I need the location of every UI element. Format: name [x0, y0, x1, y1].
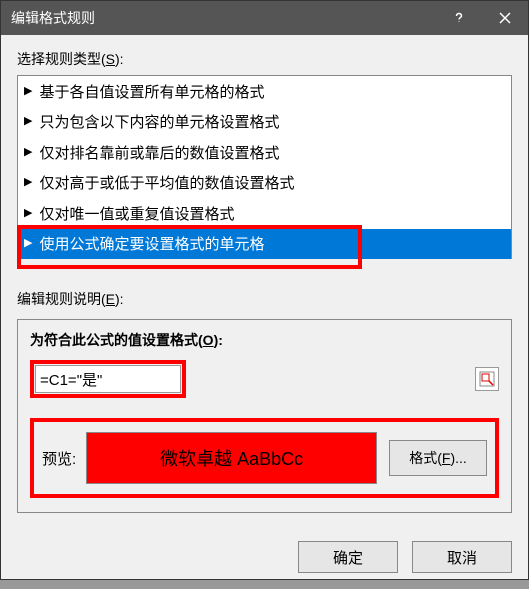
rule-type-text: 仅对高于或低于平均值的数值设置格式	[39, 172, 294, 193]
range-selector-button[interactable]	[475, 367, 499, 391]
edit-rule-desc-label: 编辑规则说明(E):	[17, 289, 512, 309]
arrow-icon: ▶	[24, 208, 32, 219]
dialog-title: 编辑格式规则	[1, 8, 436, 28]
arrow-icon: ▶	[24, 238, 32, 249]
formula-label: 为符合此公式的值设置格式(O):	[30, 330, 499, 350]
dialog-content: 选择规则类型(S): ▶ 基于各自值设置所有单元格的格式 ▶ 只为包含以下内容的…	[1, 35, 528, 529]
rule-type-text: 仅对排名靠前或靠后的数值设置格式	[39, 142, 279, 163]
rule-type-text: 使用公式确定要设置格式的单元格	[39, 233, 264, 254]
rule-description-panel: 为符合此公式的值设置格式(O): 预览: 微软卓越 AaBbCc 格式(F).	[17, 319, 512, 513]
preview-label: 预览:	[42, 448, 76, 469]
highlight-annotation	[30, 360, 186, 398]
dialog-footer: 确定 取消	[1, 529, 528, 589]
arrow-icon: ▶	[24, 116, 32, 127]
rule-type-item[interactable]: ▶ 仅对排名靠前或靠后的数值设置格式	[18, 137, 511, 168]
rule-type-text: 仅对唯一值或重复值设置格式	[39, 203, 234, 224]
preview-row: 预览: 微软卓越 AaBbCc 格式(F)...	[30, 418, 499, 498]
edit-format-rule-dialog: 编辑格式规则 选择规则类型(S): ▶ 基于各自值设置所有单元格的格式 ▶ 只为…	[0, 0, 529, 580]
titlebar: 编辑格式规则	[1, 1, 528, 35]
rule-type-text: 只为包含以下内容的单元格设置格式	[39, 111, 279, 132]
rule-type-text: 基于各自值设置所有单元格的格式	[39, 81, 264, 102]
close-button[interactable]	[482, 1, 528, 35]
select-rule-type-label: 选择规则类型(S):	[17, 49, 512, 69]
rule-type-item[interactable]: ▶ 仅对唯一值或重复值设置格式	[18, 198, 511, 229]
arrow-icon: ▶	[24, 177, 32, 188]
arrow-icon: ▶	[24, 147, 32, 158]
rule-type-item[interactable]: ▶ 只为包含以下内容的单元格设置格式	[18, 107, 511, 138]
rule-type-item[interactable]: ▶ 基于各自值设置所有单元格的格式	[18, 76, 511, 107]
ok-button[interactable]: 确定	[298, 541, 398, 573]
rule-type-item-selected[interactable]: ▶ 使用公式确定要设置格式的单元格	[18, 229, 511, 260]
help-button[interactable]	[436, 1, 482, 35]
rule-type-item[interactable]: ▶ 仅对高于或低于平均值的数值设置格式	[18, 168, 511, 199]
format-preview: 微软卓越 AaBbCc	[86, 432, 377, 484]
formula-input[interactable]	[35, 365, 181, 393]
formula-row	[30, 360, 499, 398]
arrow-icon: ▶	[24, 86, 32, 97]
rule-type-list[interactable]: ▶ 基于各自值设置所有单元格的格式 ▶ 只为包含以下内容的单元格设置格式 ▶ 仅…	[17, 75, 512, 259]
format-button[interactable]: 格式(F)...	[389, 440, 487, 476]
cancel-button[interactable]: 取消	[412, 541, 512, 573]
